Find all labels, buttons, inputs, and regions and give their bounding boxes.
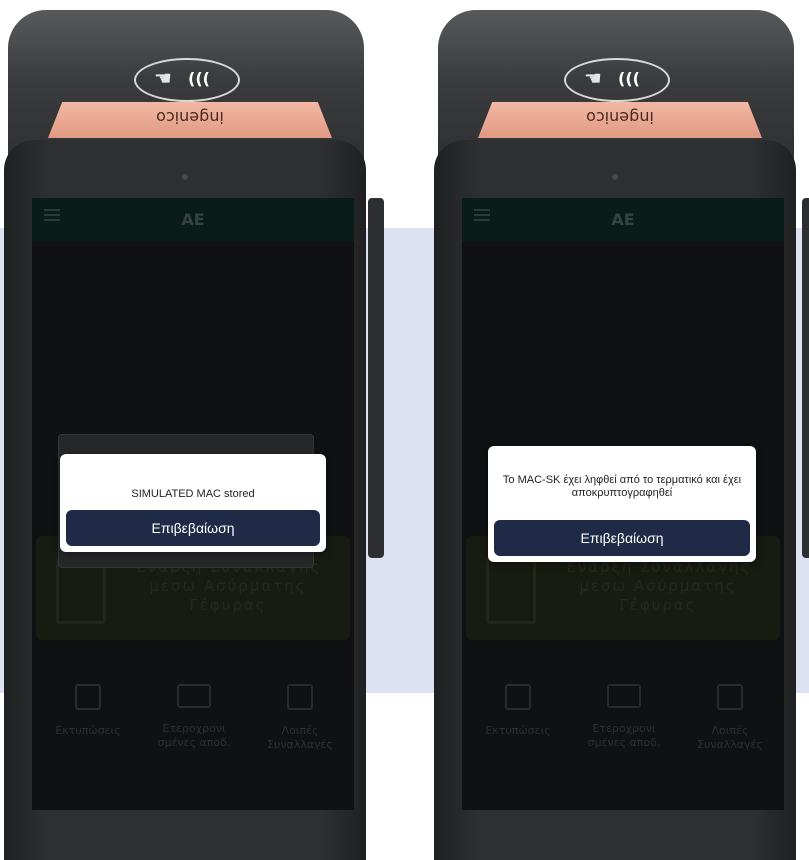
confirm-button[interactable]: Επιβεβαίωση — [494, 520, 750, 556]
dialog-message: SIMULATED MAC stored — [131, 488, 255, 500]
camera-dot — [182, 174, 188, 180]
card-tap-icon: ☚ — [154, 66, 172, 90]
contactless-waves-icon: ((( — [188, 69, 210, 88]
confirm-button[interactable]: Επιβεβαίωση — [66, 510, 320, 546]
brand-logo: ingenico — [586, 108, 654, 127]
brand-logo: ingenico — [156, 108, 224, 127]
screen: AE Έναρξη Συναλλαγής μέσω Ασύρματης Γέφυ… — [462, 198, 784, 810]
brand-strip: ingenico — [48, 102, 332, 138]
confirmation-dialog: Το MAC-SK έχει ληφθεί από το τερματικό κ… — [488, 446, 756, 562]
contactless-waves-icon: ((( — [618, 69, 640, 88]
brand-strip: ingenico — [478, 102, 762, 138]
side-button — [368, 198, 384, 558]
card-tap-icon: ☚ — [584, 66, 602, 90]
terminal-body: AE Έναρξη Συναλλαγής μέσω Ασύρματης Γέφυ… — [4, 140, 366, 860]
pos-terminal-left: ☚ ((( ingenico AE Έναρξη Συναλλαγής μέσω… — [0, 0, 384, 860]
camera-dot — [612, 174, 618, 180]
screen: AE Έναρξη Συναλλαγής μέσω Ασύρματης Γέφυ… — [32, 198, 354, 810]
contactless-reader: ☚ ((( — [564, 58, 670, 102]
terminal-body: AE Έναρξη Συναλλαγής μέσω Ασύρματης Γέφυ… — [434, 140, 796, 860]
dialog-message: Το MAC-SK έχει ληφθεί από το τερματικό κ… — [502, 474, 742, 499]
pos-terminal-right: ☚ ((( ingenico AE Έναρξη Συναλλαγής μέσω… — [430, 0, 809, 860]
contactless-reader: ☚ ((( — [134, 58, 240, 102]
confirmation-dialog: SIMULATED MAC stored Επιβεβαίωση — [60, 454, 326, 552]
side-button — [802, 198, 809, 558]
